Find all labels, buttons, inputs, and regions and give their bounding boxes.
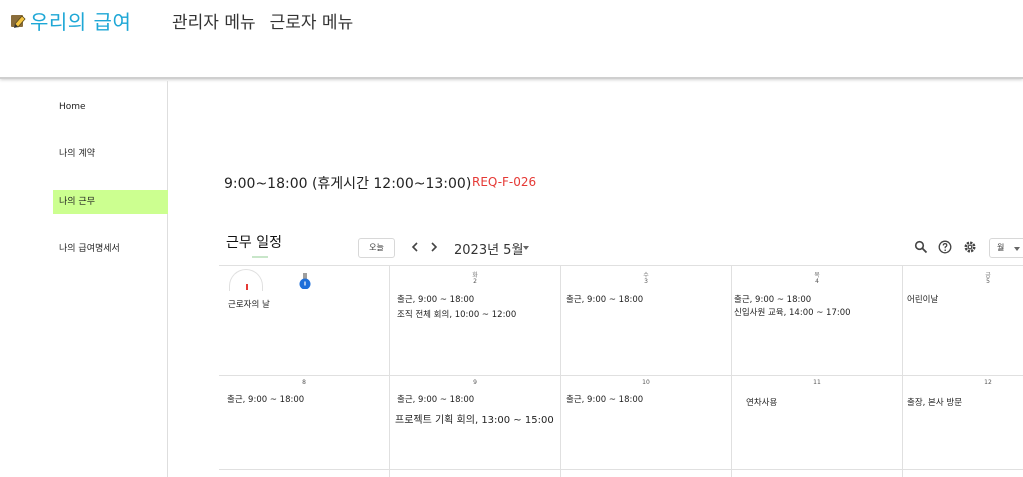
grid-divider [219, 469, 1023, 470]
search-icon[interactable] [914, 240, 928, 254]
brand-title: 우리의 급여 [30, 10, 132, 34]
nav-admin-menu[interactable]: 관리자 메뉴 [172, 8, 256, 33]
view-select-label: 월 [997, 243, 1005, 252]
top-nav: 관리자 메뉴 근로자 메뉴 [172, 8, 353, 33]
sidebar-item-my-work[interactable]: 나의 근무 [53, 190, 168, 214]
date-number: 12 [984, 379, 992, 386]
calendar-title: 근무 일정 [226, 235, 282, 251]
event-annual-leave[interactable]: 연차사용 [746, 396, 777, 408]
grid-divider [219, 375, 1023, 376]
date-number: 9 [473, 379, 477, 386]
date-number: 8 [302, 379, 306, 386]
event-attendance[interactable]: 출근, 9:00 ~ 18:00 [566, 293, 643, 305]
view-select-button[interactable]: 월 [989, 238, 1023, 258]
date-number: 3 [644, 278, 648, 285]
edit-logo-icon [11, 15, 26, 28]
date-number: 2 [473, 278, 477, 285]
work-hours-text: 9:00~18:00 (휴게시간 12:00~13:00) [224, 176, 472, 192]
event-attendance[interactable]: 출근, 9:00 ~ 18:00 [397, 393, 474, 405]
calendar-title-underline [252, 256, 268, 258]
nav-worker-menu[interactable]: 근로자 메뉴 [270, 8, 354, 33]
chevron-left-icon[interactable] [409, 240, 421, 254]
event-holiday-labor-day[interactable]: 근로자의 날 [228, 298, 270, 310]
today-date-circle [229, 269, 263, 291]
month-label[interactable]: 2023년 5월 [454, 239, 523, 258]
chevron-down-icon [1014, 247, 1020, 251]
sidebar-item-my-contract[interactable]: 나의 계약 [53, 142, 168, 166]
date-number: 10 [642, 379, 650, 386]
grid-divider [560, 266, 561, 477]
grid-divider [902, 266, 903, 477]
grid-divider [389, 266, 390, 477]
today-marker [246, 284, 248, 290]
grid-divider [731, 266, 732, 477]
help-icon[interactable] [938, 240, 952, 254]
date-number: 11 [813, 379, 821, 386]
settings-icon[interactable] [963, 240, 977, 254]
date-number: 5 [986, 278, 990, 285]
sidebar: Home 나의 계약 나의 근무 나의 급여명세서 [0, 81, 168, 477]
calendar-grid: 화 수 목 금 2 3 4 5 근로자의 날 출근, 9:00 ~ 18:00 … [219, 265, 1023, 477]
sidebar-item-my-payslip[interactable]: 나의 급여명세서 [53, 237, 168, 261]
requirement-code: REQ-F-026 [472, 175, 537, 189]
chevron-right-icon[interactable] [428, 240, 440, 254]
sidebar-item-home[interactable]: Home [53, 95, 168, 119]
event-holiday-childrens-day[interactable]: 어린이날 [907, 293, 938, 305]
event-new-hire-training[interactable]: 신입사원 교육, 14:00 ~ 17:00 [734, 306, 851, 318]
event-org-meeting[interactable]: 조직 전체 회의, 10:00 ~ 12:00 [397, 308, 516, 320]
event-attendance[interactable]: 출근, 9:00 ~ 18:00 [227, 393, 304, 405]
event-project-planning-meeting[interactable]: 프로젝트 기획 회의, 13:00 ~ 15:00 [395, 411, 554, 426]
event-attendance[interactable]: 출근, 9:00 ~ 18:00 [397, 293, 474, 305]
top-bar: 우리의 급여 관리자 메뉴 근로자 메뉴 [0, 0, 1023, 79]
today-button[interactable]: 오늘 [358, 238, 395, 258]
brand-link[interactable]: 우리의 급여 [10, 6, 131, 35]
event-business-trip[interactable]: 출장, 본사 방문 [907, 396, 962, 408]
date-number: 4 [815, 278, 819, 285]
month-dropdown-caret-icon[interactable] [523, 246, 529, 250]
event-attendance[interactable]: 출근, 9:00 ~ 18:00 [566, 393, 643, 405]
event-attendance[interactable]: 출근, 9:00 ~ 18:00 [734, 293, 811, 305]
status-badge-icon[interactable] [298, 273, 312, 289]
